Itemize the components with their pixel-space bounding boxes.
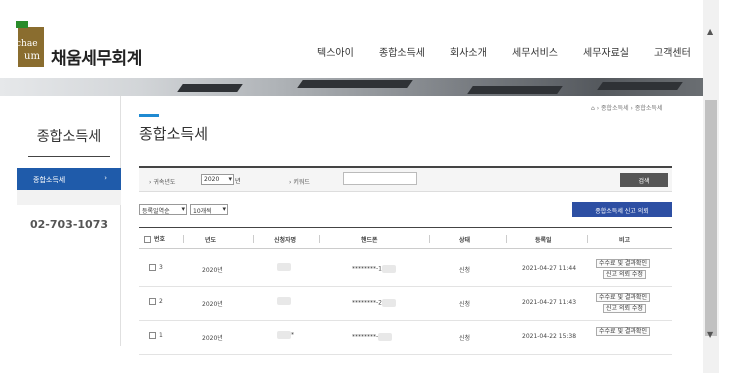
header-year: 년도: [205, 237, 217, 244]
header-date: 등록일: [535, 237, 552, 244]
row-checkbox[interactable]: [149, 332, 156, 339]
header-separator: [429, 235, 430, 243]
search-bar: › 귀속년도 2020 ▾ 년 › 키워드 검색: [139, 168, 672, 192]
redacted-phone: [378, 333, 393, 341]
year-label: › 귀속년도: [149, 179, 176, 186]
chevron-right-icon: ›: [104, 174, 107, 182]
redacted-name: [277, 263, 291, 271]
breadcrumb: ⌂ › 종합소득세 › 종합소득세: [591, 105, 663, 112]
banner-stroke: [297, 80, 413, 88]
header-separator: [183, 235, 184, 243]
sidebar-item-label: 종합소득세: [33, 176, 66, 184]
year-select[interactable]: 2020 ▾: [201, 174, 234, 185]
year-unit: 년: [235, 178, 241, 185]
table-row[interactable]: 1 2020년 * ********- 신청 2021-04-22 15:38 …: [139, 321, 672, 355]
redacted-name: [277, 297, 291, 305]
fee-result-button[interactable]: 수수료 및 결과확인: [596, 259, 650, 268]
banner-stroke: [177, 84, 243, 92]
breadcrumb-item[interactable]: 종합소득세: [635, 105, 663, 112]
fee-result-button[interactable]: 수수료 및 결과확인: [596, 327, 650, 336]
row-date: 2021-04-27 11:43: [522, 299, 577, 306]
fee-result-button[interactable]: 수수료 및 결과확인: [596, 293, 650, 302]
header-phone: 핸드폰: [361, 237, 378, 244]
page: chae um 채움세무회계 텍스아이 종합소득세 회사소개 세무서비스 세무자…: [0, 0, 735, 373]
scrollbar-thumb[interactable]: [705, 100, 717, 336]
header-separator: [253, 235, 254, 243]
sidebar-title: 종합소득세: [36, 129, 102, 145]
logo-flag-icon: [16, 21, 28, 28]
brand-name[interactable]: 채움세무회계: [51, 44, 142, 69]
row-checkbox[interactable]: [149, 298, 156, 305]
redacted-name: [277, 331, 291, 339]
search-button[interactable]: 검색: [620, 173, 668, 187]
logo-text-top: chae: [16, 39, 38, 49]
nav-taxai[interactable]: 텍스아이: [317, 44, 354, 59]
row-date: 2021-04-22 15:38: [522, 333, 577, 340]
row-phone: ********-2: [352, 299, 396, 307]
banner-stroke: [467, 86, 563, 94]
edit-request-button[interactable]: 신고 의뢰 수정: [603, 270, 646, 279]
header-separator: [587, 235, 588, 243]
row-year: 2020년: [202, 267, 223, 274]
sidebar: 종합소득세 종합소득세 › 02-703-1073: [17, 96, 121, 346]
header-separator: [506, 235, 507, 243]
row-status: 신청: [459, 267, 471, 274]
scroll-down-icon[interactable]: ▼: [707, 330, 713, 339]
sidebar-item-income-tax[interactable]: 종합소득세 ›: [17, 168, 121, 190]
breadcrumb-item[interactable]: 종합소득세: [601, 105, 629, 112]
header-note: 비고: [619, 237, 631, 244]
sidebar-divider: [28, 156, 110, 157]
redacted-phone: [381, 265, 396, 273]
scroll-up-icon[interactable]: ▲: [707, 27, 713, 36]
sidebar-spacer: [17, 190, 121, 205]
row-checkbox[interactable]: [149, 264, 156, 271]
row-number: 1: [149, 332, 163, 339]
nav-tax-resources[interactable]: 세무자료실: [583, 44, 629, 59]
sort-select[interactable]: 등록일역순 ▾: [139, 204, 187, 215]
row-date: 2021-04-27 11:44: [522, 265, 577, 272]
home-icon[interactable]: ⌂: [591, 105, 595, 112]
nav-income-tax[interactable]: 종합소득세: [379, 44, 425, 59]
header-status: 상태: [459, 237, 471, 244]
page-title: 종합소득세: [139, 125, 209, 143]
row-phone: ********-: [352, 333, 393, 341]
keyword-label: › 키워드: [289, 179, 310, 186]
vertical-scrollbar[interactable]: ▲ ▼: [703, 0, 719, 373]
header-applicant: 신청자명: [274, 237, 297, 244]
redacted-phone: [381, 299, 396, 307]
row-applicant: [277, 263, 291, 271]
site-header: chae um 채움세무회계 텍스아이 종합소득세 회사소개 세무서비스 세무자…: [0, 0, 703, 78]
banner-stroke: [597, 82, 683, 90]
row-phone: ********-1: [352, 265, 396, 273]
table-header: 번호 년도 신청자명 핸드폰 상태 등록일 비고: [139, 227, 672, 249]
header-number: 번호: [144, 234, 165, 243]
logo-text-bottom: um: [24, 51, 40, 62]
select-all-checkbox[interactable]: [144, 236, 151, 243]
title-accent: [139, 114, 159, 117]
row-applicant: [277, 297, 291, 305]
logo[interactable]: chae um: [16, 21, 44, 67]
keyword-input[interactable]: [343, 172, 417, 185]
edit-request-button[interactable]: 신고 의뢰 수정: [603, 304, 646, 313]
nav-tax-service[interactable]: 세무서비스: [512, 44, 558, 59]
phone-number: 02-703-1073: [29, 218, 108, 231]
banner-image: [0, 78, 703, 96]
row-status: 신청: [459, 301, 471, 308]
row-year: 2020년: [202, 335, 223, 342]
chevron-down-icon: ▾: [228, 175, 232, 183]
table-row[interactable]: 2 2020년 ********-2 신청 2021-04-27 11:43 수…: [139, 287, 672, 321]
row-number: 3: [149, 264, 163, 271]
chevron-down-icon: ▾: [222, 205, 226, 213]
row-year: 2020년: [202, 301, 223, 308]
header-separator: [319, 235, 320, 243]
row-applicant: *: [277, 331, 294, 339]
page-size-select[interactable]: 10개씩 ▾: [190, 204, 228, 215]
table-row[interactable]: 3 2020년 ********-1 신청 2021-04-27 11:44 수…: [139, 253, 672, 287]
chevron-down-icon: ▾: [181, 205, 185, 213]
row-number: 2: [149, 298, 163, 305]
apply-income-tax-button[interactable]: 종합소득세 신고 의뢰: [572, 202, 672, 217]
nav-customer-center[interactable]: 고객센터: [654, 44, 691, 59]
row-status: 신청: [459, 335, 471, 342]
nav-about[interactable]: 회사소개: [450, 44, 487, 59]
